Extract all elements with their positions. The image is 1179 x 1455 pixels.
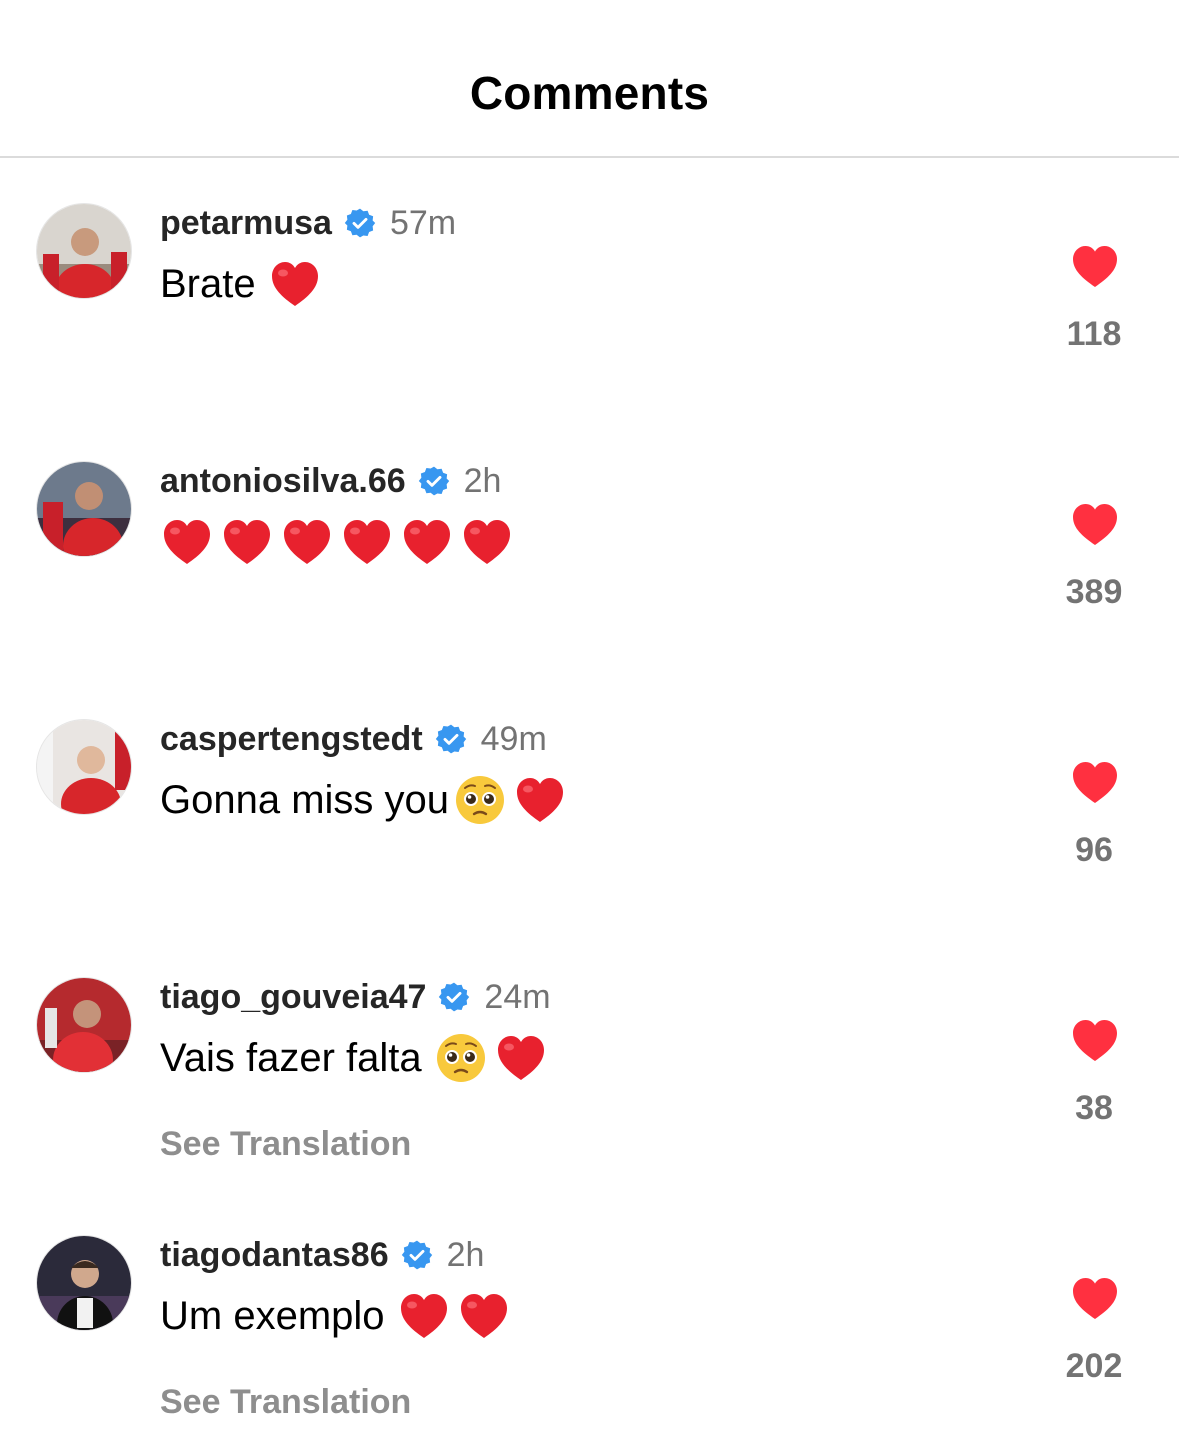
like-button[interactable] xyxy=(1071,501,1119,549)
comment-item: tiagodantas86 2h Um exemplo See Translat… xyxy=(0,1235,1179,1455)
red-heart-emoji xyxy=(460,515,514,569)
comment-meta: tiago_gouveia47 24m xyxy=(160,977,551,1017)
like-count: 38 xyxy=(1075,1089,1113,1127)
page-title: Comments xyxy=(469,67,710,119)
see-translation-link[interactable]: See Translation xyxy=(160,1383,411,1422)
emoji-row xyxy=(453,773,567,827)
emoji-row xyxy=(160,515,514,569)
red-heart-emoji xyxy=(280,515,334,569)
like-count: 389 xyxy=(1065,573,1123,611)
verified-badge-icon xyxy=(418,465,450,497)
emoji-row xyxy=(434,1031,548,1085)
comment-text: Gonna miss you xyxy=(160,773,567,827)
like-button[interactable] xyxy=(1071,1275,1119,1323)
like-count: 118 xyxy=(1066,315,1122,353)
like-button[interactable] xyxy=(1071,243,1119,291)
comment-timestamp: 57m xyxy=(389,203,457,242)
comment-item: antoniosilva.66 2h 389 xyxy=(0,461,1179,681)
comment-text: Um exemplo xyxy=(160,1289,511,1343)
comment-timestamp: 2h xyxy=(446,1235,485,1274)
comment-timestamp: 2h xyxy=(463,461,502,500)
comment-text: Brate xyxy=(160,257,322,311)
pleading-face-emoji xyxy=(434,1031,488,1085)
emoji-row xyxy=(268,257,322,311)
comment-meta: tiagodantas86 2h xyxy=(160,1235,484,1275)
avatar[interactable] xyxy=(36,1235,132,1331)
comment-text-body: Um exemplo xyxy=(160,1293,385,1338)
avatar[interactable] xyxy=(36,203,132,299)
red-heart-emoji xyxy=(457,1289,511,1343)
emoji-row xyxy=(397,1289,511,1343)
comment-meta: antoniosilva.66 2h xyxy=(160,461,501,501)
red-heart-emoji xyxy=(268,257,322,311)
red-heart-emoji xyxy=(340,515,394,569)
avatar[interactable] xyxy=(36,977,132,1073)
heart-filled-icon xyxy=(1073,246,1117,287)
like-count: 96 xyxy=(1075,831,1113,869)
verified-badge-icon xyxy=(435,723,467,755)
comment-text xyxy=(160,515,514,569)
username-link[interactable]: antoniosilva.66 xyxy=(160,462,406,501)
avatar[interactable] xyxy=(36,461,132,557)
heart-filled-icon xyxy=(1073,1278,1117,1319)
like-button[interactable] xyxy=(1071,759,1119,807)
comment-text-body: Gonna miss you xyxy=(160,777,450,822)
comment-timestamp: 24m xyxy=(484,977,551,1016)
heart-filled-icon xyxy=(1073,762,1117,803)
username-link[interactable]: tiagodantas86 xyxy=(160,1236,389,1275)
comment-item: caspertengstedt 49m Gonna miss you 96 xyxy=(0,719,1179,939)
comment-timestamp: 49m xyxy=(480,719,547,758)
comment-item: tiago_gouveia47 24m Vais fazer falta See… xyxy=(0,977,1179,1197)
like-button[interactable] xyxy=(1071,1017,1119,1065)
verified-badge-icon xyxy=(344,207,376,239)
comment-text-body: Brate xyxy=(160,261,256,306)
red-heart-emoji xyxy=(220,515,274,569)
red-heart-emoji xyxy=(397,1289,451,1343)
verified-badge-icon xyxy=(438,981,470,1013)
red-heart-emoji xyxy=(494,1031,548,1085)
avatar[interactable] xyxy=(36,719,132,815)
red-heart-emoji xyxy=(513,773,567,827)
comment-text-body: Vais fazer falta xyxy=(160,1035,422,1080)
comment-text: Vais fazer falta xyxy=(160,1031,548,1085)
red-heart-emoji xyxy=(400,515,454,569)
heart-filled-icon xyxy=(1073,1020,1117,1061)
comment-meta: caspertengstedt 49m xyxy=(160,719,547,759)
username-link[interactable]: caspertengstedt xyxy=(160,720,423,759)
comments-header: Comments xyxy=(0,0,1179,158)
heart-filled-icon xyxy=(1073,504,1117,545)
like-count: 202 xyxy=(1065,1347,1123,1385)
verified-badge-icon xyxy=(401,1239,433,1271)
red-heart-emoji xyxy=(160,515,214,569)
username-link[interactable]: petarmusa xyxy=(160,204,332,243)
comment-meta: petarmusa 57m xyxy=(160,203,456,243)
pleading-face-emoji xyxy=(453,773,507,827)
see-translation-link[interactable]: See Translation xyxy=(160,1125,411,1164)
comment-item: petarmusa 57m Brate 118 xyxy=(0,203,1179,423)
username-link[interactable]: tiago_gouveia47 xyxy=(160,978,426,1017)
